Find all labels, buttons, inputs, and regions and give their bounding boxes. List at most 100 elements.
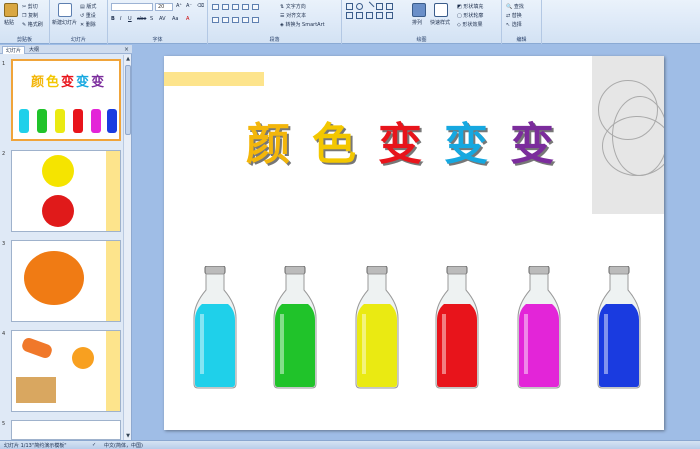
yellow-smiley — [42, 155, 74, 187]
rectangle-shape-icon[interactable] — [346, 3, 353, 10]
smartart-button[interactable]: ◈ 转换为 SmartArt — [280, 21, 325, 28]
cut-button[interactable]: ✂ 剪切 — [22, 3, 38, 10]
paragraph-group: ⇅ 文字方向 ☰ 对齐文本 ◈ 转换为 SmartArt 段落 — [208, 0, 342, 44]
change-case-button[interactable]: Aa — [172, 16, 178, 22]
align-left-icon[interactable] — [212, 17, 219, 23]
bottle-image[interactable] — [596, 265, 642, 390]
delete-label: 删除 — [85, 22, 96, 28]
more-shapes-icon[interactable] — [386, 12, 393, 19]
slide-thumbnail-2[interactable] — [11, 150, 121, 232]
tab-slides[interactable]: 幻灯片 — [2, 46, 26, 54]
scroll-up-icon[interactable]: ▲ — [124, 55, 132, 63]
bottle-image[interactable] — [434, 265, 480, 390]
basket-image — [16, 377, 56, 403]
title-char: 变 — [510, 119, 558, 170]
shadow-button[interactable]: S — [150, 16, 153, 22]
numbering-icon[interactable] — [222, 4, 229, 10]
align-text-label: 对齐文本 — [286, 13, 307, 19]
bottle-image[interactable] — [192, 265, 238, 390]
close-icon[interactable]: × — [124, 46, 129, 53]
brace-shape-icon[interactable] — [356, 12, 363, 19]
copy-button[interactable]: ❐ 复制 — [22, 12, 38, 19]
find-button[interactable]: 🔍 查找 — [506, 3, 524, 10]
reset-button[interactable]: ↺ 重设 — [80, 12, 96, 19]
align-center-icon[interactable] — [222, 17, 229, 23]
arrow-shape-icon[interactable] — [386, 3, 393, 10]
grow-font-button[interactable]: A⁺ — [176, 3, 182, 9]
scroll-thumb[interactable] — [125, 65, 131, 135]
decrease-indent-icon[interactable] — [232, 4, 239, 10]
slides-group-label: 幻灯片 — [70, 37, 86, 43]
triangle-shape-icon[interactable] — [376, 3, 383, 10]
underline-button[interactable]: U — [128, 16, 132, 22]
shape-fill-button[interactable]: ◩ 形状填充 — [457, 3, 483, 10]
layout-button[interactable]: ▤ 版式 — [80, 3, 96, 10]
pane-scrollbar[interactable]: ▲ ▼ — [123, 55, 131, 440]
scroll-down-icon[interactable]: ▼ — [124, 432, 132, 440]
callout-shape-icon[interactable] — [366, 12, 373, 19]
new-slide-button[interactable]: 新建幻灯片 — [52, 19, 77, 26]
strikethrough-button[interactable]: abe — [137, 16, 146, 22]
curve-shape-icon[interactable] — [376, 12, 383, 19]
slide-thumbnail-4[interactable] — [11, 330, 121, 412]
bottle-image[interactable] — [354, 265, 400, 390]
bold-button[interactable]: B — [111, 16, 115, 22]
line-spacing-icon[interactable] — [252, 4, 259, 10]
replace-label: 替换 — [511, 13, 522, 19]
italic-button[interactable]: I — [120, 16, 121, 22]
quick-styles-icon[interactable] — [434, 3, 448, 17]
format-painter-button[interactable]: ✎ 格式刷 — [22, 21, 43, 28]
star-shape-icon[interactable] — [346, 12, 353, 19]
font-size-field[interactable]: 20 — [155, 3, 173, 11]
columns-icon[interactable] — [252, 17, 259, 23]
oval-shape-icon[interactable] — [356, 3, 363, 10]
tab-outline[interactable]: 大纲 — [26, 46, 42, 54]
shape-effects-button[interactable]: ◇ 形状效果 — [457, 21, 482, 28]
slide-title[interactable]: 颜色变变变 — [246, 108, 576, 172]
thumb-number: 3 — [2, 241, 6, 247]
line-shape-icon[interactable] — [364, 1, 375, 12]
bottle-image[interactable] — [516, 265, 562, 390]
find-label: 查找 — [513, 4, 524, 10]
slide-thumbnail-3[interactable] — [11, 240, 121, 322]
bottle-image[interactable] — [272, 265, 318, 390]
justify-icon[interactable] — [242, 17, 249, 23]
text-direction-button[interactable]: ⇅ 文字方向 — [280, 3, 306, 10]
shape-effects-label: 形状效果 — [462, 22, 483, 28]
replace-button[interactable]: ⇄ 替换 — [506, 12, 522, 19]
shape-outline-button[interactable]: ▢ 形状轮廓 — [457, 12, 483, 19]
paste-button[interactable]: 粘贴 — [4, 19, 14, 26]
align-right-icon[interactable] — [232, 17, 239, 23]
slide-thumbnail-1[interactable]: 颜色变变变 — [11, 59, 121, 141]
align-text-button[interactable]: ☰ 对齐文本 — [280, 12, 306, 19]
new-slide-icon[interactable] — [58, 3, 72, 17]
carrot-image — [20, 336, 54, 360]
delete-button[interactable]: ✕ 删除 — [80, 21, 96, 28]
shrink-font-button[interactable]: A⁻ — [186, 3, 192, 9]
slide-thumbnail-5[interactable] — [11, 420, 121, 440]
slide-canvas[interactable]: 颜色变变变 — [164, 56, 664, 430]
paste-icon[interactable] — [4, 3, 18, 17]
clear-format-button[interactable]: ⌫ — [197, 3, 204, 9]
bullets-icon[interactable] — [212, 4, 219, 10]
title-char: 色 — [312, 119, 360, 170]
orange-image — [72, 347, 94, 369]
drawing-group-label: 绘图 — [416, 37, 427, 43]
thumb-number: 4 — [2, 331, 6, 337]
clipboard-group: 粘贴 ✂ 剪切 ❐ 复制 ✎ 格式刷 剪贴板 — [0, 0, 50, 44]
select-button[interactable]: ↖ 选择 — [506, 21, 522, 28]
arrange-icon[interactable] — [412, 3, 426, 17]
font-color-button[interactable]: A — [186, 16, 189, 22]
increase-indent-icon[interactable] — [242, 4, 249, 10]
theme-name: "简约演示模板" — [32, 443, 67, 449]
text-direction-label: 文字方向 — [285, 4, 306, 10]
title-char: 颜 — [246, 119, 294, 170]
spellcheck-icon[interactable]: ✓ — [92, 442, 96, 448]
orange-smiley — [24, 251, 84, 305]
char-spacing-button[interactable]: AV — [159, 16, 166, 22]
quick-styles-button[interactable]: 快速样式 — [430, 19, 450, 26]
font-name-field[interactable] — [111, 3, 153, 11]
editing-group-label: 编辑 — [516, 37, 527, 43]
arrange-button[interactable]: 排列 — [412, 19, 422, 26]
title-char: 变 — [378, 119, 426, 170]
